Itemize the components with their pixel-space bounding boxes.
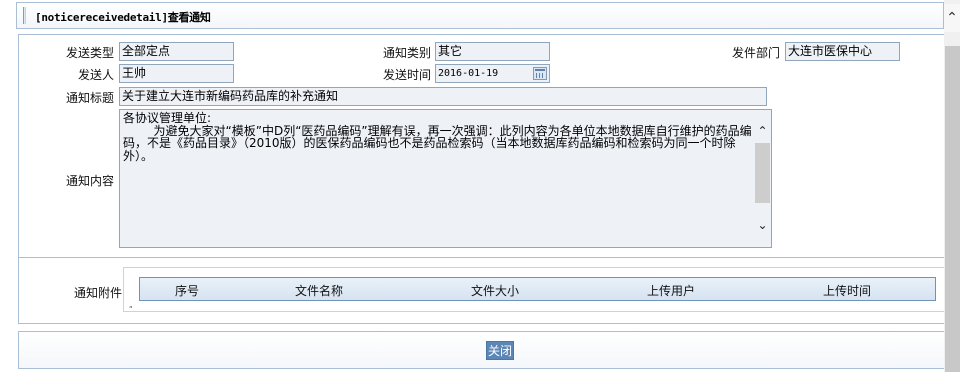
page-scrollbar[interactable]: ⌃ xyxy=(944,0,960,372)
content-label: 通知内容 xyxy=(65,174,114,188)
attachments-label: 通知附件 xyxy=(73,286,122,300)
column-header-uploader[interactable]: 上传用户 xyxy=(647,282,695,299)
send-time-label: 发送时间 xyxy=(382,68,431,82)
send-time-field[interactable]: 2016-01-19 xyxy=(435,64,550,83)
close-button[interactable]: 关闭 xyxy=(486,341,514,360)
column-header-filesize[interactable]: 文件大小 xyxy=(471,282,519,299)
column-header-filename[interactable]: 文件名称 xyxy=(295,282,343,299)
sender-label: 发送人 xyxy=(77,68,114,82)
chevron-up-icon[interactable]: ⌃ xyxy=(944,4,960,32)
notice-category-field[interactable]: 其它 xyxy=(435,42,550,61)
chevron-down-icon[interactable]: ⌄ xyxy=(754,216,771,234)
subject-field[interactable]: 关于建立大连市新编码药品库的补充通知 xyxy=(119,87,767,106)
button-bar xyxy=(18,331,944,369)
department-label: 发件部门 xyxy=(731,46,780,60)
panel-resize-mark: “ xyxy=(129,305,133,313)
content-textarea[interactable]: 各协议管理单位: 为避免大家对“模板”中D列“医药品编码”理解有误，再一次强调：… xyxy=(119,109,772,248)
page-title: [noticereceivedetail]查看通知 xyxy=(35,11,211,24)
content-text: 各协议管理单位: 为避免大家对“模板”中D列“医药品编码”理解有误，再一次强调：… xyxy=(123,111,752,163)
attachments-table-header: 序号 文件名称 文件大小 上传用户 上传时间 xyxy=(139,277,936,301)
column-header-upload-time[interactable]: 上传时间 xyxy=(823,282,871,299)
send-type-field[interactable]: 全部定点 xyxy=(119,42,234,61)
send-time-value: 2016-01-19 xyxy=(438,68,499,79)
department-field[interactable]: 大连市医保中心 xyxy=(785,42,900,61)
content-scrollbar[interactable]: ⌃ ⌄ xyxy=(754,110,771,247)
page-title-bar: [noticereceivedetail]查看通知 xyxy=(16,2,944,29)
content-scrollbar-thumb[interactable] xyxy=(755,143,770,203)
chevron-up-icon[interactable]: ⌃ xyxy=(754,122,771,140)
calendar-icon[interactable] xyxy=(533,67,547,80)
scrollbar-thumb[interactable] xyxy=(945,46,960,372)
send-type-label: 发送类型 xyxy=(65,46,114,60)
title-marker xyxy=(23,7,26,24)
sender-field[interactable]: 王帅 xyxy=(119,64,234,83)
subject-label: 通知标题 xyxy=(65,91,114,105)
column-header-index[interactable]: 序号 xyxy=(175,282,199,299)
notice-category-label: 通知类别 xyxy=(382,46,431,60)
